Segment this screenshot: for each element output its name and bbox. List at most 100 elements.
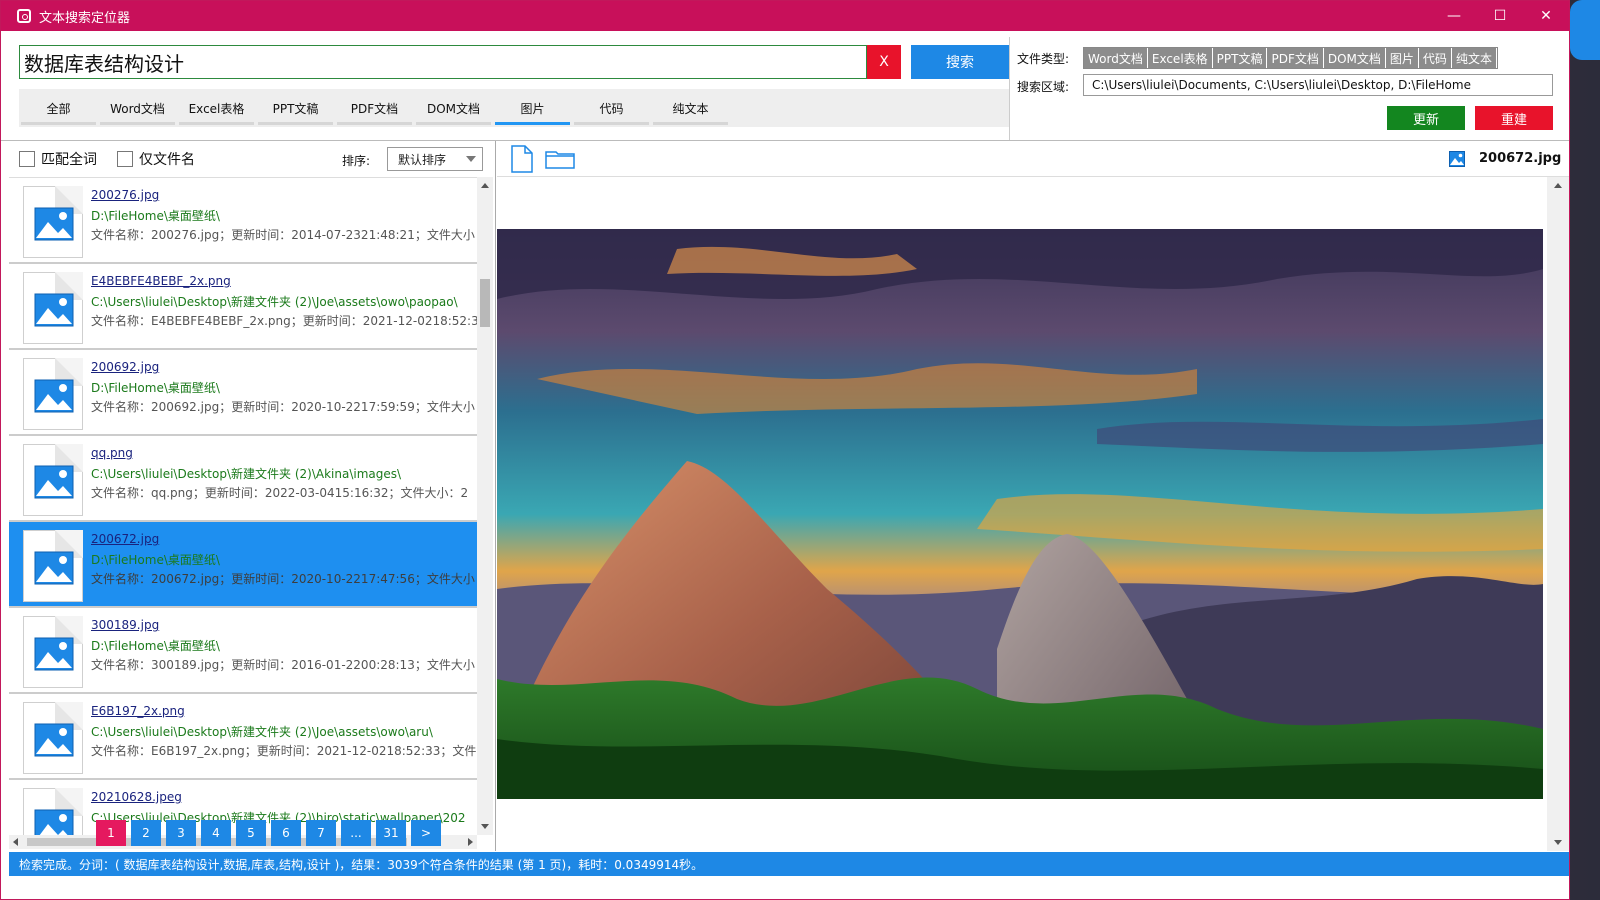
tab-images[interactable]: 图片 xyxy=(493,89,572,127)
result-filename[interactable]: E6B197_2x.png xyxy=(91,704,185,718)
filter-bar: 匹配全词 仅文件名 排序: 默认排序 xyxy=(9,141,495,177)
image-file-icon xyxy=(23,530,83,602)
result-path: D:\FileHome\桌面壁纸\ xyxy=(91,381,220,395)
file-type-ppt[interactable]: PPT文稿 xyxy=(1212,48,1268,68)
tab-plaintext[interactable]: 纯文本 xyxy=(651,89,730,127)
list-item[interactable]: 300189.jpg D:\FileHome\桌面壁纸\ 文件名称：300189.j… xyxy=(9,608,477,694)
image-file-icon xyxy=(23,358,83,430)
result-path: D:\FileHome\桌面壁纸\ xyxy=(91,639,220,653)
clear-search-button[interactable]: X xyxy=(867,45,901,79)
match-whole-word-checkbox[interactable]: 匹配全词 xyxy=(19,149,97,169)
search-input[interactable] xyxy=(19,45,867,79)
tab-pdf[interactable]: PDF文档 xyxy=(335,89,414,127)
result-meta: 文件名称：200672.jpg；更新时间：2020-10-2217:47:56；… xyxy=(91,572,475,586)
image-file-icon xyxy=(23,616,83,688)
results-panel: 匹配全词 仅文件名 排序: 默认排序 200276.jpg D:\FileHome… xyxy=(9,141,495,851)
page-button[interactable]: 1 xyxy=(96,820,126,846)
file-type-code[interactable]: 代码 xyxy=(1418,48,1452,68)
open-folder-icon[interactable] xyxy=(545,149,575,169)
file-type-pdf[interactable]: PDF文档 xyxy=(1267,48,1324,68)
scroll-thumb[interactable] xyxy=(480,279,490,327)
results-scrollbar[interactable] xyxy=(477,177,493,835)
result-filename[interactable]: 200276.jpg xyxy=(91,188,159,202)
app-icon xyxy=(17,9,31,23)
image-file-icon xyxy=(1449,151,1465,167)
result-meta: 文件名称：200692.jpg；更新时间：2020-10-2217:59:59；… xyxy=(91,400,475,414)
desktop-widget xyxy=(1570,0,1600,60)
close-button[interactable]: ✕ xyxy=(1523,1,1569,31)
page-button[interactable]: 31 xyxy=(376,820,406,846)
sort-dropdown[interactable]: 默认排序 xyxy=(387,147,483,171)
page-button[interactable]: 6 xyxy=(271,820,301,846)
minimize-button[interactable]: — xyxy=(1431,1,1477,31)
page-button[interactable]: 3 xyxy=(166,820,196,846)
list-item[interactable]: qq.png C:\Users\liulei\Desktop\新建文件夹 (2)\… xyxy=(9,436,477,522)
file-type-image[interactable]: 图片 xyxy=(1385,48,1419,68)
scroll-down-icon[interactable] xyxy=(1554,840,1562,845)
list-item[interactable]: 200672.jpg D:\FileHome\桌面壁纸\ 文件名称：200672.j… xyxy=(9,522,477,608)
panel-divider[interactable] xyxy=(495,141,496,851)
tab-excel[interactable]: Excel表格 xyxy=(177,89,256,127)
pagination: 1 2 3 4 5 6 7... 31 > xyxy=(96,820,441,846)
window-controls: — ☐ ✕ xyxy=(1431,1,1569,31)
search-area: X 搜索 全部 Word文档 Excel表格 PPT文稿 PDF文档 DOM文档… xyxy=(11,37,1011,133)
update-button[interactable]: 更新 xyxy=(1387,106,1465,130)
search-region-field[interactable]: C:\Users\liulei\Documents, C:\Users\liul… xyxy=(1083,74,1553,96)
result-filename[interactable]: 200692.jpg xyxy=(91,360,159,374)
tab-all[interactable]: 全部 xyxy=(19,89,98,127)
scroll-down-icon[interactable] xyxy=(481,824,489,829)
result-path: C:\Users\liulei\Desktop\新建文件夹 (2)\Akina\… xyxy=(91,467,402,481)
result-path: D:\FileHome\桌面壁纸\ xyxy=(91,209,220,223)
result-meta: 文件名称：E6B197_2x.png；更新时间：2021-12-0218:52:… xyxy=(91,744,477,758)
title-bar: 文本搜索定位器 — ☐ ✕ xyxy=(1,1,1569,31)
result-path: C:\Users\liulei\Desktop\新建文件夹 (2)\Joe\as… xyxy=(91,725,433,739)
app-window: 文本搜索定位器 — ☐ ✕ X 搜索 全部 Word文档 Excel表格 PPT… xyxy=(0,0,1570,900)
sort-label: 排序: xyxy=(342,154,371,168)
page-button[interactable]: 7 xyxy=(306,820,336,846)
top-divider xyxy=(1009,37,1010,141)
file-type-excel[interactable]: Excel表格 xyxy=(1147,48,1213,68)
page-button[interactable]: ... xyxy=(341,820,371,846)
page-button[interactable]: 4 xyxy=(201,820,231,846)
file-type-label: 文件类型: xyxy=(1017,52,1070,66)
rebuild-button[interactable]: 重建 xyxy=(1475,106,1553,130)
page-button[interactable]: 2 xyxy=(131,820,161,846)
list-item[interactable]: 200692.jpg D:\FileHome\桌面壁纸\ 文件名称：200692.j… xyxy=(9,350,477,436)
open-file-icon[interactable] xyxy=(511,145,533,173)
list-item[interactable]: E6B197_2x.png C:\Users\liulei\Desktop\新建文… xyxy=(9,694,477,780)
file-type-dom[interactable]: DOM文档 xyxy=(1323,48,1386,68)
scroll-up-icon[interactable] xyxy=(481,183,489,188)
tab-code[interactable]: 代码 xyxy=(572,89,651,127)
preview-area xyxy=(497,177,1547,851)
tab-ppt[interactable]: PPT文稿 xyxy=(256,89,335,127)
result-filename[interactable]: 300189.jpg xyxy=(91,618,159,632)
preview-image xyxy=(497,229,1543,799)
preview-toolbar: 200672.jpg xyxy=(497,141,1569,177)
checkbox-box[interactable] xyxy=(117,151,133,167)
status-bar: 检索完成。分词：( 数据库表结构设计,数据,库表,结构,设计 )，结果：3039… xyxy=(9,852,1569,876)
filename-only-checkbox[interactable]: 仅文件名 xyxy=(117,149,195,169)
category-tabs: 全部 Word文档 Excel表格 PPT文稿 PDF文档 DOM文档 图片 代… xyxy=(19,89,1009,127)
scroll-up-icon[interactable] xyxy=(1554,183,1562,188)
scroll-right-icon[interactable] xyxy=(468,838,473,846)
file-type-word[interactable]: Word文档 xyxy=(1084,48,1148,68)
result-filename[interactable]: 20210628.jpeg xyxy=(91,790,182,804)
file-type-text[interactable]: 纯文本 xyxy=(1451,48,1497,68)
result-meta: 文件名称：qq.png；更新时间：2022-03-0415:16:32；文件大小… xyxy=(91,486,469,500)
result-filename[interactable]: qq.png xyxy=(91,446,133,460)
maximize-button[interactable]: ☐ xyxy=(1477,1,1523,31)
result-filename[interactable]: E4BEBFE4BEBF_2x.png xyxy=(91,274,231,288)
checkbox-box[interactable] xyxy=(19,151,35,167)
result-path: C:\Users\liulei\Desktop\新建文件夹 (2)\Joe\as… xyxy=(91,295,458,309)
preview-scrollbar[interactable] xyxy=(1547,177,1569,851)
tab-dom[interactable]: DOM文档 xyxy=(414,89,493,127)
next-page-button[interactable]: > xyxy=(411,820,441,846)
result-meta: 文件名称：300189.jpg；更新时间：2016-01-2200:28:13；… xyxy=(91,658,475,672)
list-item[interactable]: 200276.jpg D:\FileHome\桌面壁纸\ 文件名称：200276.j… xyxy=(9,178,477,264)
list-item[interactable]: E4BEBFE4BEBF_2x.png C:\Users\liulei\Deskt… xyxy=(9,264,477,350)
page-button[interactable]: 5 xyxy=(236,820,266,846)
tab-word[interactable]: Word文档 xyxy=(98,89,177,127)
search-button[interactable]: 搜索 xyxy=(911,45,1009,79)
scroll-left-icon[interactable] xyxy=(13,838,18,846)
result-filename[interactable]: 200672.jpg xyxy=(91,532,159,546)
